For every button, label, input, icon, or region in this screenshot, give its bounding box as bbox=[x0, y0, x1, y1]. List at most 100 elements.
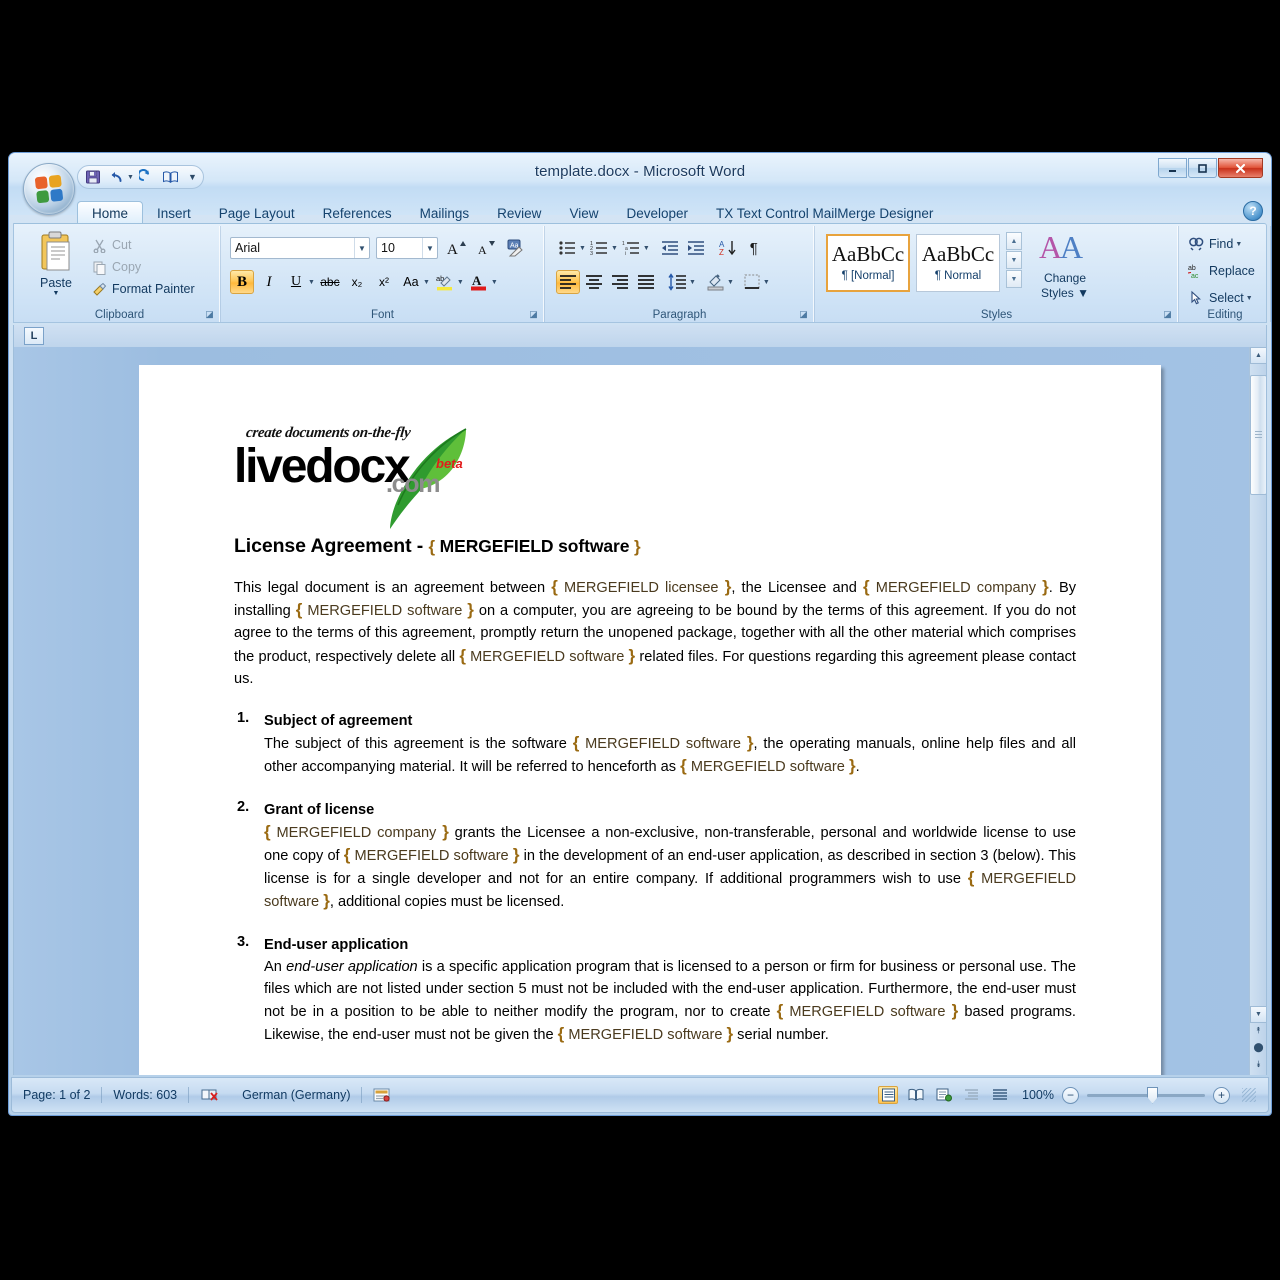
zoom-slider-thumb[interactable] bbox=[1147, 1086, 1158, 1104]
tab-developer[interactable]: Developer bbox=[612, 201, 702, 225]
merge-field[interactable]: { MERGEFIELD software } bbox=[344, 845, 520, 864]
language-indicator[interactable]: German (Germany) bbox=[231, 1084, 361, 1106]
merge-field[interactable]: { MERGEFIELD software } bbox=[777, 1001, 959, 1020]
text-highlight-button[interactable]: ab bbox=[433, 270, 457, 294]
record-macro-icon[interactable] bbox=[362, 1084, 402, 1106]
align-left-button[interactable] bbox=[556, 270, 580, 294]
merge-field[interactable]: { MERGEFIELD company } bbox=[863, 577, 1049, 596]
font-size-dropdown-icon[interactable]: ▼ bbox=[422, 238, 437, 258]
shading-dropdown-icon[interactable]: ▼ bbox=[727, 279, 734, 286]
merge-field[interactable]: { MERGEFIELD licensee } bbox=[551, 577, 731, 596]
format-painter-button[interactable]: Format Painter bbox=[92, 278, 214, 300]
replace-button[interactable]: ab ac Replace bbox=[1188, 259, 1255, 283]
maximize-button[interactable] bbox=[1188, 158, 1217, 178]
styles-dialog-launcher[interactable]: ◪ bbox=[1162, 309, 1173, 320]
strikethrough-button[interactable]: abc bbox=[318, 270, 342, 294]
borders-dropdown-icon[interactable]: ▼ bbox=[763, 279, 770, 286]
change-case-dropdown-icon[interactable]: ▼ bbox=[423, 279, 430, 286]
shrink-font-button[interactable]: A bbox=[474, 236, 498, 260]
close-button[interactable] bbox=[1218, 158, 1263, 178]
style-item-normal-bracketed[interactable]: AaBbCc ¶ [Normal] bbox=[826, 234, 910, 292]
zoom-out-button[interactable]: − bbox=[1062, 1086, 1079, 1104]
vertical-scrollbar[interactable]: ▲ ▼ ⯭ ⬤ ⯯ bbox=[1249, 347, 1266, 1075]
multilevel-dropdown-icon[interactable]: ▼ bbox=[643, 245, 650, 252]
numbering-dropdown-icon[interactable]: ▼ bbox=[611, 245, 618, 252]
minimize-button[interactable] bbox=[1158, 158, 1187, 178]
merge-field[interactable]: { MERGEFIELD software } bbox=[573, 733, 754, 752]
previous-page-icon[interactable]: ⯭ bbox=[1250, 1022, 1266, 1039]
scroll-up-button[interactable]: ▲ bbox=[1250, 347, 1266, 364]
bullets-button[interactable] bbox=[556, 236, 580, 260]
underline-dropdown-icon[interactable]: ▼ bbox=[308, 279, 315, 286]
font-color-button[interactable]: A bbox=[467, 270, 491, 294]
paragraph-dialog-launcher[interactable]: ◪ bbox=[798, 309, 809, 320]
page-indicator[interactable]: Page: 1 of 2 bbox=[12, 1084, 101, 1106]
clear-formatting-button[interactable]: Aa bbox=[504, 236, 528, 260]
merge-field[interactable]: { MERGEFIELD company } bbox=[264, 822, 449, 841]
resize-grip[interactable] bbox=[1242, 1088, 1256, 1102]
font-size-combobox[interactable]: 10 ▼ bbox=[376, 237, 438, 259]
scroll-down-button[interactable]: ▼ bbox=[1250, 1006, 1266, 1023]
cut-button[interactable]: Cut bbox=[92, 234, 214, 256]
tab-review[interactable]: Review bbox=[483, 201, 555, 225]
merge-field[interactable]: { MERGEFIELD software } bbox=[680, 756, 855, 775]
change-case-button[interactable]: Aa bbox=[399, 270, 423, 294]
find-dropdown-icon[interactable]: ▼ bbox=[1235, 241, 1242, 248]
next-page-icon[interactable]: ⯯ bbox=[1250, 1056, 1266, 1073]
find-button[interactable]: Find ▼ bbox=[1188, 232, 1255, 256]
full-screen-reading-view-button[interactable] bbox=[906, 1086, 926, 1104]
underline-button[interactable]: U bbox=[284, 270, 308, 294]
merge-field[interactable]: { MERGEFIELD software } bbox=[296, 600, 474, 619]
tab-home[interactable]: Home bbox=[77, 201, 144, 225]
zoom-slider-track[interactable] bbox=[1087, 1086, 1205, 1104]
decrease-indent-button[interactable] bbox=[658, 236, 682, 260]
highlight-dropdown-icon[interactable]: ▼ bbox=[457, 279, 464, 286]
zoom-percentage[interactable]: 100% bbox=[1018, 1088, 1054, 1102]
styles-scroll-up-icon[interactable]: ▲ bbox=[1006, 232, 1022, 250]
tab-page-layout[interactable]: Page Layout bbox=[205, 201, 309, 225]
numbering-button[interactable]: 123 bbox=[588, 236, 612, 260]
web-layout-view-button[interactable] bbox=[934, 1086, 954, 1104]
align-center-button[interactable] bbox=[582, 270, 606, 294]
undo-dropdown-icon[interactable]: ▼ bbox=[127, 174, 134, 181]
style-item-normal[interactable]: AaBbCc ¶ Normal bbox=[916, 234, 1000, 292]
subscript-button[interactable]: x₂ bbox=[345, 270, 369, 294]
bold-button[interactable]: B bbox=[230, 270, 254, 294]
grow-font-button[interactable]: A bbox=[444, 236, 468, 260]
tab-mailings[interactable]: Mailings bbox=[406, 201, 484, 225]
align-right-button[interactable] bbox=[608, 270, 632, 294]
scrollbar-thumb[interactable] bbox=[1250, 375, 1266, 495]
bullets-dropdown-icon[interactable]: ▼ bbox=[579, 245, 586, 252]
help-icon[interactable]: ? bbox=[1243, 201, 1263, 221]
select-button[interactable]: Select ▼ bbox=[1188, 286, 1255, 310]
paste-button[interactable]: Paste ▼ bbox=[28, 230, 84, 304]
font-color-dropdown-icon[interactable]: ▼ bbox=[491, 279, 498, 286]
word-count[interactable]: Words: 603 bbox=[102, 1084, 188, 1106]
italic-button[interactable]: I bbox=[257, 270, 281, 294]
line-spacing-dropdown-icon[interactable]: ▼ bbox=[689, 279, 696, 286]
tab-tx-text-control-mailmerge-designer[interactable]: TX Text Control MailMerge Designer bbox=[702, 201, 947, 225]
office-button[interactable] bbox=[23, 163, 75, 215]
line-spacing-button[interactable] bbox=[666, 270, 690, 294]
increase-indent-button[interactable] bbox=[684, 236, 708, 260]
tab-stop-selector[interactable]: L bbox=[24, 327, 44, 345]
draft-view-button[interactable] bbox=[990, 1086, 1010, 1104]
multilevel-list-button[interactable]: 1ai bbox=[620, 236, 644, 260]
proofing-errors-icon[interactable] bbox=[189, 1084, 231, 1106]
tab-view[interactable]: View bbox=[555, 201, 612, 225]
paste-dropdown-icon[interactable]: ▼ bbox=[53, 290, 60, 297]
copy-button[interactable]: Copy bbox=[92, 256, 214, 278]
print-preview-icon[interactable] bbox=[160, 167, 182, 187]
outline-view-button[interactable] bbox=[962, 1086, 982, 1104]
tab-references[interactable]: References bbox=[309, 201, 406, 225]
styles-scroll-down-icon[interactable]: ▼ bbox=[1006, 251, 1022, 269]
zoom-in-button[interactable]: + bbox=[1213, 1086, 1230, 1104]
font-name-dropdown-icon[interactable]: ▼ bbox=[354, 238, 369, 258]
select-browse-object-icon[interactable]: ⬤ bbox=[1250, 1039, 1266, 1056]
superscript-button[interactable]: x² bbox=[372, 270, 396, 294]
sort-button[interactable]: AZ bbox=[716, 236, 740, 260]
undo-icon[interactable] bbox=[106, 167, 128, 187]
redo-icon[interactable] bbox=[136, 167, 158, 187]
change-styles-button[interactable]: A A Change Styles ▼ bbox=[1034, 229, 1096, 310]
show-formatting-marks-button[interactable]: ¶ bbox=[742, 236, 766, 260]
